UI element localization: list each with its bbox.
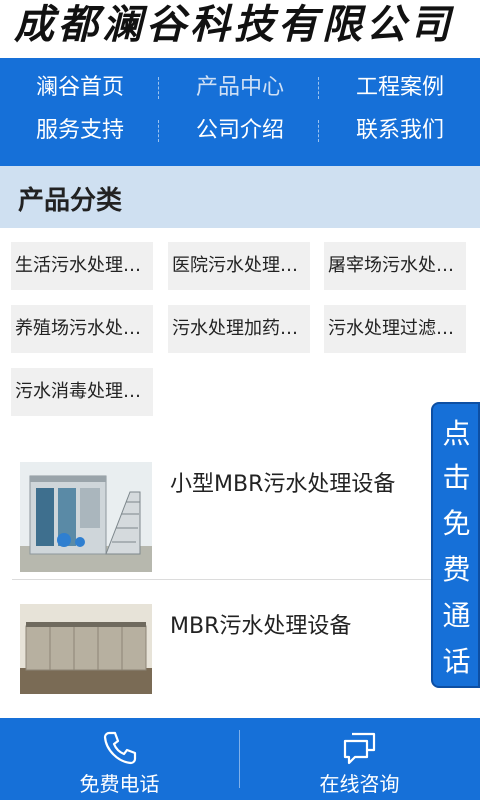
nav-divider [158,120,159,142]
nav-item-service[interactable]: 服务支持 [0,110,160,152]
category-chip[interactable]: 养殖场污水处理设备 [11,305,153,353]
category-chip[interactable]: 生活污水处理设备 [11,242,153,290]
float-call-char: 话 [442,645,471,678]
online-consult-button[interactable]: 在线咨询 [240,718,479,800]
category-chip[interactable]: 医院污水处理设备 [168,242,310,290]
free-call-float-button[interactable]: 点 击 免 费 通 话 [431,402,480,688]
category-title: 产品分类 [18,186,123,216]
product-name[interactable]: MBR污水处理设备 [170,608,351,640]
nav-divider [318,120,319,142]
product-name[interactable]: 小型MBR污水处理设备 [170,466,395,498]
phone-icon [103,731,137,765]
category-chip[interactable]: 污水处理过滤设备 [324,305,466,353]
float-call-char: 通 [442,599,471,632]
product-image[interactable] [20,604,152,694]
bottom-action-bar: 免费电话 在线咨询 [0,718,480,800]
logo-bar: 成都澜谷科技有限公司 [0,0,480,58]
float-call-char: 免 [442,507,471,540]
product-item[interactable]: MBR污水处理设备 [12,590,460,720]
category-header: 产品分类 [0,166,480,228]
float-call-char: 击 [442,461,471,494]
float-call-char: 费 [442,553,471,586]
nav-item-contact[interactable]: 联系我们 [320,110,480,152]
category-list: 生活污水处理设备 医院污水处理设备 屠宰场污水处理设备 养殖场污水处理设备 污水… [0,228,480,428]
free-call-label: 免费电话 [79,772,160,796]
main-nav: 澜谷首页 产品中心 工程案例 服务支持 公司介绍 联系我们 [0,58,480,166]
free-call-button[interactable]: 免费电话 [0,718,239,800]
float-call-char: 点 [442,417,471,450]
category-chip[interactable]: 污水消毒处理设备 [11,368,153,416]
nav-item-products[interactable]: 产品中心 [160,67,320,109]
product-image[interactable] [20,462,152,572]
chat-icon [343,732,376,765]
nav-divider [318,77,319,99]
nav-item-cases[interactable]: 工程案例 [320,67,480,109]
nav-divider [158,77,159,99]
product-item[interactable]: 小型MBR污水处理设备 [12,450,460,580]
company-logo[interactable]: 成都澜谷科技有限公司 [14,0,454,50]
category-chip[interactable]: 污水处理加药设备 [168,305,310,353]
category-chip[interactable]: 屠宰场污水处理设备 [324,242,466,290]
nav-item-home[interactable]: 澜谷首页 [0,67,160,109]
nav-item-about[interactable]: 公司介绍 [160,110,320,152]
online-consult-label: 在线咨询 [319,772,400,796]
